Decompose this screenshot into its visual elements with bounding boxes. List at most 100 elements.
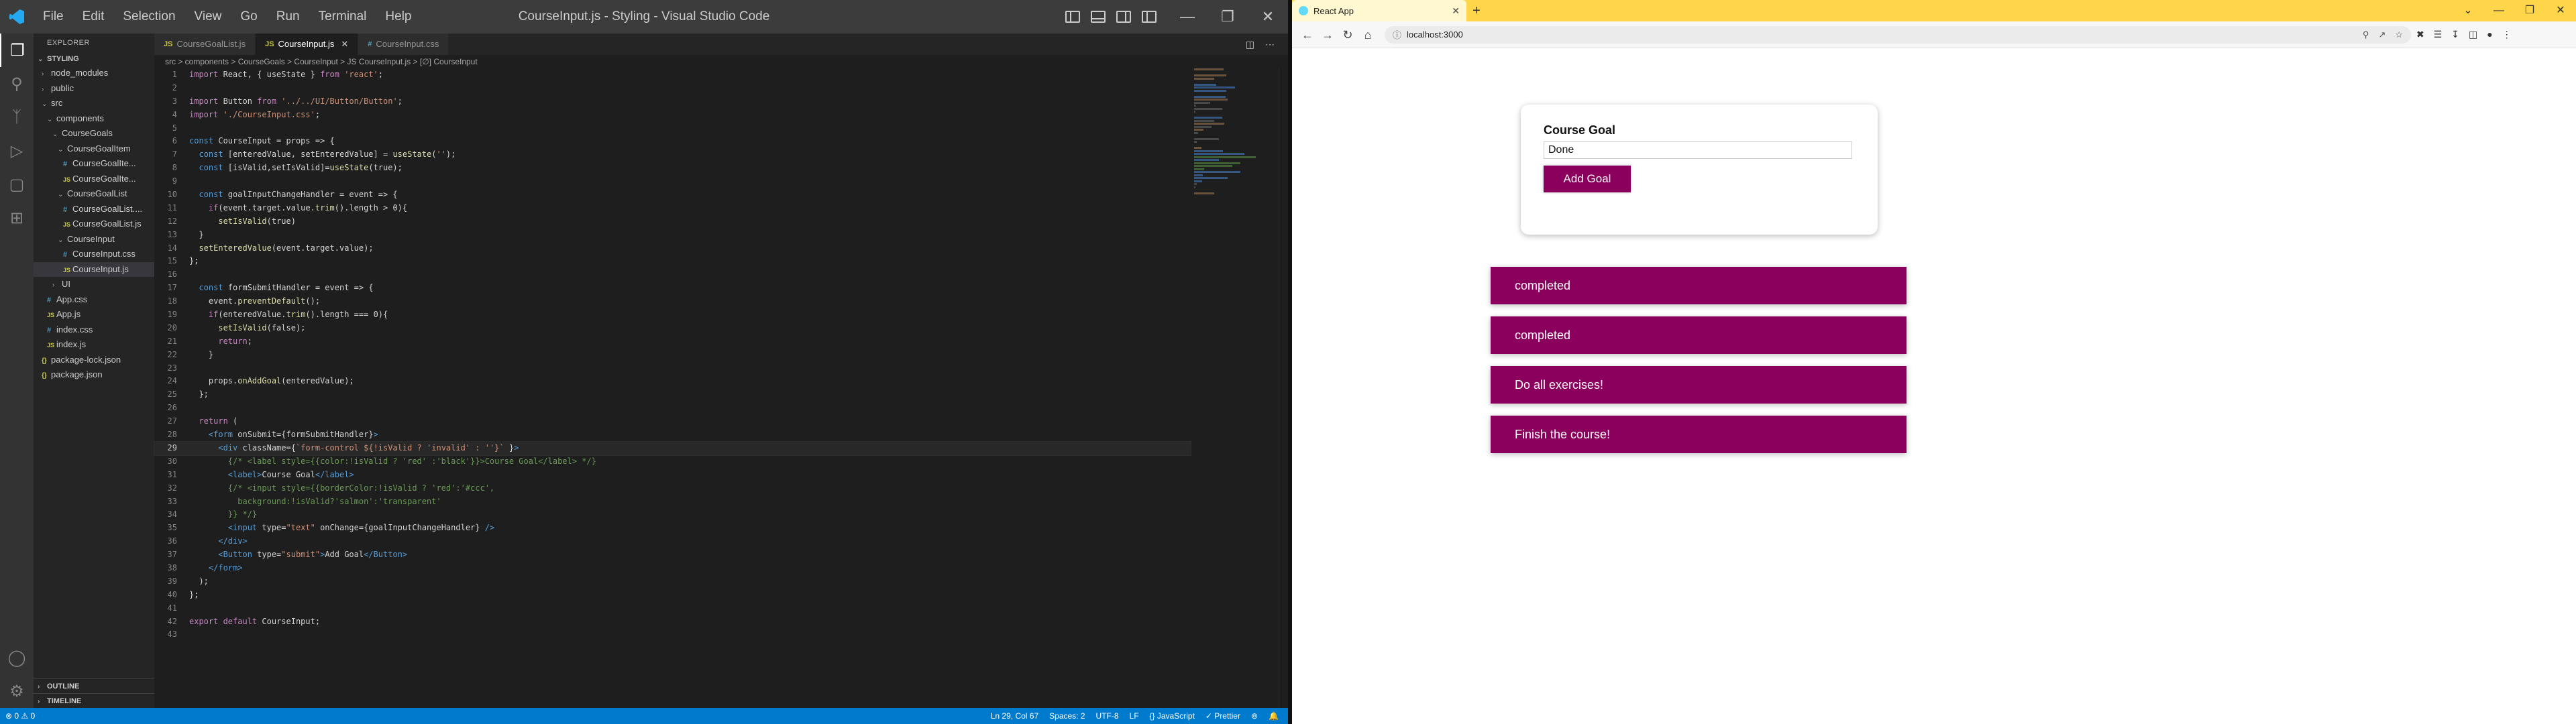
minimize-icon[interactable]: —: [2483, 0, 2514, 21]
eol-status[interactable]: LF: [1130, 711, 1139, 721]
tree-file[interactable]: {} package.json: [34, 367, 154, 383]
code-line[interactable]: 20 setIsValid (false);: [154, 322, 1191, 335]
code-line[interactable]: 31 <label> Course Goal </label>: [154, 469, 1191, 482]
tree-file[interactable]: JS App.js: [34, 307, 154, 322]
goal-item[interactable]: Do all exercises!: [1491, 366, 1907, 404]
code-line[interactable]: 3 import Button from '../../UI/Button/But…: [154, 95, 1191, 109]
code-line[interactable]: 5: [154, 122, 1191, 135]
tree-folder[interactable]: ⌄ CourseGoalItem: [34, 141, 154, 157]
site-info-icon[interactable]: ⓘ: [1393, 28, 1401, 41]
customize-layout-icon[interactable]: [1142, 11, 1157, 23]
project-root[interactable]: ⌄ STYLING: [34, 52, 154, 66]
browser-tab[interactable]: React App ✕: [1292, 0, 1466, 21]
code-line[interactable]: 8 const [isValid,setIsValid]= useState (tr…: [154, 162, 1191, 175]
code-line[interactable]: 6 const CourseInput = props => {: [154, 135, 1191, 148]
forward-icon[interactable]: →: [1319, 26, 1336, 44]
side-panel-icon[interactable]: ◫: [2469, 29, 2477, 40]
close-tab-icon[interactable]: ✕: [1452, 5, 1460, 17]
tree-file[interactable]: # App.css: [34, 292, 154, 308]
close-tab-icon[interactable]: ✕: [341, 34, 348, 55]
tree-file[interactable]: # CourseInput.css: [34, 247, 154, 262]
code-line[interactable]: 10 const goalInputChangeHandler = event …: [154, 188, 1191, 202]
menu-help[interactable]: Help: [376, 0, 421, 34]
breadcrumb[interactable]: src > components > CourseGoals > CourseI…: [154, 55, 1288, 68]
code-line[interactable]: 37 <Button type= "submit" > Add Goal </Butto…: [154, 548, 1191, 562]
code-line[interactable]: 39 );: [154, 575, 1191, 589]
more-actions-icon[interactable]: ⋯: [1265, 39, 1275, 50]
code-line[interactable]: 9: [154, 175, 1191, 188]
menu-edit[interactable]: Edit: [73, 0, 114, 34]
code-line[interactable]: 40};: [154, 589, 1191, 602]
code-line[interactable]: 33 background:!isValid?'salmon':'transpa…: [154, 495, 1191, 509]
toggle-panel-icon[interactable]: [1091, 11, 1106, 23]
code-line[interactable]: 15};: [154, 255, 1191, 268]
restore-icon[interactable]: ❐: [2514, 0, 2545, 21]
source-control-icon[interactable]: ᛉ: [0, 101, 34, 134]
new-tab-icon[interactable]: +: [1466, 0, 1487, 21]
menu-view[interactable]: View: [185, 0, 231, 34]
timeline-section[interactable]: › TIMELINE: [34, 693, 154, 708]
tree-folder[interactable]: › node_modules: [34, 66, 154, 81]
split-editor-icon[interactable]: ◫: [1246, 39, 1254, 50]
restore-icon[interactable]: ❐: [1208, 0, 1248, 34]
address-bar[interactable]: ⓘ localhost:3000 ⚲ ↗ ☆: [1385, 25, 2411, 44]
code-editor[interactable]: 1 import React, { useState } from 'react'…: [154, 68, 1191, 642]
code-line[interactable]: 17 const formSubmitHandler = event => {: [154, 282, 1191, 295]
code-line[interactable]: 19 if (enteredValue. trim ().length === 0){: [154, 308, 1191, 322]
account-icon[interactable]: ◯: [0, 641, 34, 674]
code-line[interactable]: 41: [154, 602, 1191, 615]
run-debug-icon[interactable]: ▷: [0, 134, 34, 168]
tree-folder[interactable]: ⌄ src: [34, 96, 154, 111]
tree-folder[interactable]: ⌄ components: [34, 111, 154, 127]
live-share-icon[interactable]: ⊚: [1251, 711, 1258, 721]
prettier-status[interactable]: ✓ Prettier: [1205, 711, 1240, 721]
language-mode[interactable]: {} JavaScript: [1150, 711, 1195, 721]
code-line[interactable]: 34 }} */}: [154, 508, 1191, 522]
code-line[interactable]: 21 return;: [154, 335, 1191, 349]
browser-menu-icon[interactable]: ⋮: [2502, 29, 2512, 40]
tree-file[interactable]: JS CourseGoalList.js: [34, 217, 154, 232]
code-line[interactable]: 11 if (event.target.value. trim ().length >…: [154, 202, 1191, 215]
tree-file[interactable]: # index.css: [34, 322, 154, 338]
tree-file[interactable]: # CourseGoalIte...: [34, 156, 154, 172]
goal-item[interactable]: Finish the course!: [1491, 416, 1907, 453]
code-line[interactable]: 23: [154, 362, 1191, 375]
tree-file[interactable]: JS index.js: [34, 337, 154, 353]
indentation-status[interactable]: Spaces: 2: [1049, 711, 1085, 721]
toggle-sidebar-icon[interactable]: [1065, 11, 1080, 23]
close-window-icon[interactable]: ✕: [2545, 0, 2576, 21]
close-window-icon[interactable]: ✕: [1248, 0, 1288, 34]
tab-courseinput-css[interactable]: # CourseInput.css: [358, 34, 449, 55]
code-line[interactable]: 7 const [enteredValue, setEnteredValue] …: [154, 148, 1191, 162]
add-goal-button[interactable]: Add Goal: [1544, 166, 1631, 192]
menu-selection[interactable]: Selection: [113, 0, 184, 34]
code-line[interactable]: 28 <form onSubmit={formSubmitHandler} >: [154, 428, 1191, 442]
tree-folder[interactable]: ⌄ CourseGoals: [34, 126, 154, 141]
goal-item[interactable]: completed: [1491, 316, 1907, 354]
menu-terminal[interactable]: Terminal: [309, 0, 376, 34]
profile-icon[interactable]: ●: [2487, 29, 2492, 40]
code-line[interactable]: 12 setIsValid (true): [154, 215, 1191, 229]
tree-folder[interactable]: ⌄ CourseGoalList: [34, 186, 154, 202]
menu-run[interactable]: Run: [267, 0, 309, 34]
notifications-icon[interactable]: 🔔: [1269, 711, 1279, 721]
remote-explorer-icon[interactable]: ▢: [0, 168, 34, 201]
tree-file[interactable]: {} package-lock.json: [34, 353, 154, 368]
code-line[interactable]: 38 </form>: [154, 562, 1191, 575]
outline-section[interactable]: › OUTLINE: [34, 678, 154, 693]
downloads-icon[interactable]: ↧: [2451, 29, 2459, 40]
goal-item[interactable]: completed: [1491, 267, 1907, 304]
code-line[interactable]: 30 {/* <label style={{color:!isValid ? '…: [154, 455, 1191, 469]
code-line[interactable]: 18 event. preventDefault ();: [154, 295, 1191, 308]
search-icon[interactable]: ⚲: [0, 67, 34, 101]
code-line[interactable]: 13 }: [154, 229, 1191, 242]
code-line[interactable]: 32 {/* <input style={{borderColor:!isVal…: [154, 482, 1191, 495]
code-line[interactable]: 43: [154, 628, 1191, 642]
toggle-secondary-sidebar-icon[interactable]: [1116, 11, 1131, 23]
code-line[interactable]: 14 setEnteredValue (event.target.value);: [154, 242, 1191, 255]
code-line[interactable]: 26: [154, 402, 1191, 415]
cursor-position[interactable]: Ln 29, Col 67: [991, 711, 1038, 721]
extensions-icon[interactable]: ⊞: [0, 201, 34, 235]
code-line[interactable]: 25 };: [154, 388, 1191, 402]
tree-folder[interactable]: ⌄ CourseInput: [34, 232, 154, 247]
